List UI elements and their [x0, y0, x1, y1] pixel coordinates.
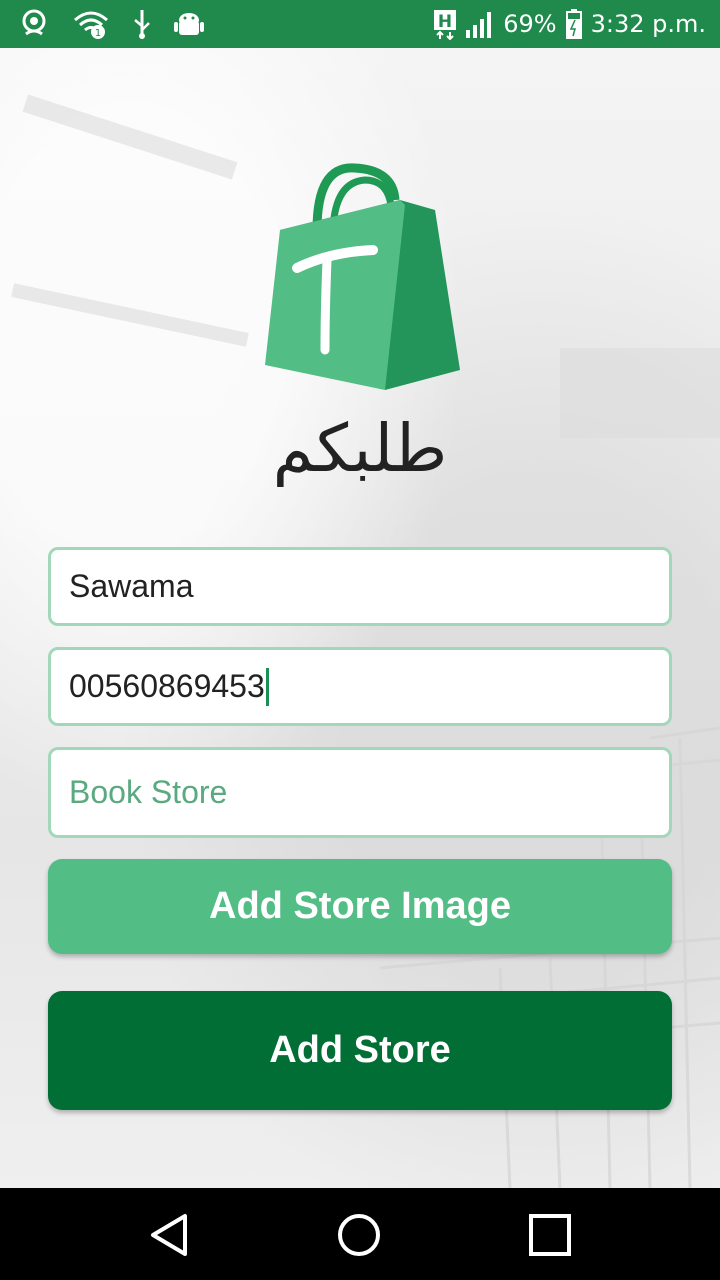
- navigation-bar: [0, 1188, 720, 1280]
- signal-icon: [465, 8, 495, 40]
- home-icon[interactable]: [334, 1210, 384, 1260]
- add-store-image-label: Add Store Image: [209, 885, 511, 927]
- android-debug-icon: [174, 8, 204, 40]
- shopping-bag-icon: [265, 163, 460, 390]
- back-icon[interactable]: [145, 1210, 195, 1260]
- store-name-input[interactable]: Sawama: [48, 547, 672, 626]
- store-category-placeholder: Book Store: [69, 774, 228, 810]
- app-name: طلبكم: [272, 410, 448, 487]
- usb-icon: [132, 8, 152, 40]
- phone-value: 00560869453: [69, 668, 265, 704]
- app-logo: [255, 160, 465, 395]
- svg-text:1: 1: [95, 28, 101, 39]
- clock: 3:32 p.m.: [590, 10, 706, 38]
- add-store-image-button[interactable]: Add Store Image: [48, 859, 672, 954]
- wifi-icon: 1: [72, 8, 110, 40]
- store-category-input[interactable]: Book Store: [48, 747, 672, 838]
- battery-icon: [565, 8, 583, 40]
- recent-apps-icon[interactable]: [525, 1210, 575, 1260]
- location-icon: [18, 8, 50, 40]
- add-store-label: Add Store: [269, 1029, 451, 1071]
- svg-text:H: H: [438, 12, 452, 32]
- status-bar: 1 H 69% 3:32 p.m.: [0, 0, 720, 48]
- phone-input[interactable]: 00560869453: [48, 647, 672, 726]
- store-name-value: Sawama: [69, 568, 194, 604]
- text-cursor: [265, 667, 269, 706]
- network-type-icon: H: [433, 8, 457, 40]
- add-store-button[interactable]: Add Store: [48, 991, 672, 1110]
- battery-percent: 69%: [503, 10, 557, 38]
